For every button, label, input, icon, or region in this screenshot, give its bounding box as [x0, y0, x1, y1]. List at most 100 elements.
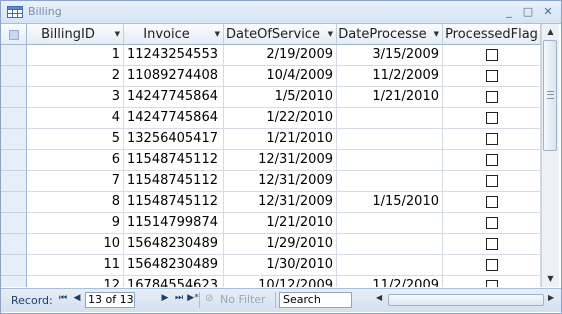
row-selector[interactable] — [1, 66, 27, 87]
horizontal-scrollbar[interactable]: ◀ ▶ — [374, 293, 558, 307]
dropdown-arrow-icon[interactable]: ▼ — [215, 24, 220, 44]
dropdown-arrow-icon[interactable]: ▼ — [328, 24, 333, 44]
table-row[interactable]: 4 14247745864 1/22/2010 — [1, 108, 541, 129]
table-row[interactable]: 8 11548745112 12/31/2009 1/15/2010 — [1, 192, 541, 213]
column-header-billingid[interactable]: BillingID ▼ — [27, 24, 124, 45]
date-of-service-cell[interactable]: 12/31/2009 — [224, 171, 337, 192]
close-button[interactable]: ✕ — [540, 4, 556, 20]
processed-flag-cell[interactable] — [443, 276, 541, 287]
processed-flag-checkbox[interactable] — [485, 196, 498, 208]
date-processed-cell[interactable]: 11/2/2009 — [337, 66, 443, 87]
date-of-service-cell[interactable]: 10/4/2009 — [224, 66, 337, 87]
processed-flag-checkbox[interactable] — [485, 49, 498, 61]
horizontal-scroll-thumb[interactable] — [388, 294, 544, 306]
table-row[interactable]: 9 11514799874 1/21/2010 — [1, 213, 541, 234]
no-filter-button[interactable]: No Filter — [220, 293, 266, 306]
next-record-icon[interactable]: ▶ — [159, 293, 171, 303]
date-of-service-cell[interactable]: 1/30/2010 — [224, 255, 337, 276]
processed-flag-checkbox[interactable] — [485, 133, 498, 145]
table-row[interactable]: 5 13256405417 1/21/2010 — [1, 129, 541, 150]
table-row[interactable]: 2 11089274408 10/4/2009 11/2/2009 — [1, 66, 541, 87]
column-header-processedflag[interactable]: ProcessedFlag — [443, 24, 541, 45]
date-of-service-cell[interactable]: 12/31/2009 — [224, 150, 337, 171]
row-selector[interactable] — [1, 276, 27, 287]
processed-flag-cell[interactable] — [443, 87, 541, 108]
invoice-cell[interactable]: 11514799874 — [124, 213, 224, 234]
row-selector[interactable] — [1, 45, 27, 66]
table-row[interactable]: 11 15648230489 1/30/2010 — [1, 255, 541, 276]
billing-id-cell[interactable]: 8 — [27, 192, 124, 213]
processed-flag-cell[interactable] — [443, 255, 541, 276]
date-processed-cell[interactable]: 1/21/2010 — [337, 87, 443, 108]
processed-flag-checkbox[interactable] — [485, 70, 498, 82]
minimize-button[interactable]: _ — [501, 4, 517, 20]
date-of-service-cell[interactable]: 1/22/2010 — [224, 108, 337, 129]
new-record-icon[interactable]: ▶* — [187, 293, 199, 303]
date-processed-cell[interactable]: 11/2/2009 — [337, 276, 443, 287]
scroll-right-arrow-icon[interactable]: ▶ — [548, 293, 554, 302]
invoice-cell[interactable]: 11243254553 — [124, 45, 224, 66]
invoice-cell[interactable]: 14247745864 — [124, 87, 224, 108]
date-processed-cell[interactable]: 1/15/2010 — [337, 192, 443, 213]
invoice-cell[interactable]: 11548745112 — [124, 192, 224, 213]
scroll-down-arrow-icon[interactable]: ▼ — [542, 271, 559, 287]
row-selector[interactable] — [1, 255, 27, 276]
billing-id-cell[interactable]: 11 — [27, 255, 124, 276]
date-of-service-cell[interactable]: 10/12/2009 — [224, 276, 337, 287]
processed-flag-cell[interactable] — [443, 234, 541, 255]
billing-id-cell[interactable]: 7 — [27, 171, 124, 192]
row-selector[interactable] — [1, 213, 27, 234]
select-all-button[interactable] — [1, 24, 27, 45]
date-processed-cell[interactable] — [337, 213, 443, 234]
processed-flag-checkbox[interactable] — [485, 259, 498, 271]
column-header-dateofservice[interactable]: DateOfService ▼ — [224, 24, 337, 45]
processed-flag-cell[interactable] — [443, 129, 541, 150]
dropdown-arrow-icon[interactable]: ▼ — [434, 24, 439, 44]
billing-id-cell[interactable]: 12 — [27, 276, 124, 287]
invoice-cell[interactable]: 13256405417 — [124, 129, 224, 150]
invoice-cell[interactable]: 14247745864 — [124, 108, 224, 129]
billing-id-cell[interactable]: 3 — [27, 87, 124, 108]
column-header-dateprocessed[interactable]: DateProcesse ▼ — [337, 24, 443, 45]
search-input[interactable]: Search — [279, 292, 352, 308]
vertical-scroll-thumb[interactable] — [543, 40, 557, 151]
date-processed-cell[interactable] — [337, 171, 443, 192]
previous-record-icon[interactable]: ◀ — [71, 293, 83, 303]
row-selector[interactable] — [1, 150, 27, 171]
date-of-service-cell[interactable]: 1/21/2010 — [224, 213, 337, 234]
invoice-cell[interactable]: 11548745112 — [124, 171, 224, 192]
invoice-cell[interactable]: 11548745112 — [124, 150, 224, 171]
processed-flag-checkbox[interactable] — [485, 217, 498, 229]
processed-flag-cell[interactable] — [443, 192, 541, 213]
row-selector[interactable] — [1, 234, 27, 255]
invoice-cell[interactable]: 11089274408 — [124, 66, 224, 87]
processed-flag-checkbox[interactable] — [485, 112, 498, 124]
billing-id-cell[interactable]: 6 — [27, 150, 124, 171]
date-processed-cell[interactable] — [337, 234, 443, 255]
table-row[interactable]: 12 16784554623 10/12/2009 11/2/2009 — [1, 276, 541, 287]
maximize-button[interactable]: □ — [520, 4, 536, 20]
billing-id-cell[interactable]: 10 — [27, 234, 124, 255]
processed-flag-cell[interactable] — [443, 171, 541, 192]
processed-flag-cell[interactable] — [443, 150, 541, 171]
row-selector[interactable] — [1, 129, 27, 150]
row-selector[interactable] — [1, 87, 27, 108]
table-row[interactable]: 7 11548745112 12/31/2009 — [1, 171, 541, 192]
processed-flag-cell[interactable] — [443, 45, 541, 66]
scroll-up-arrow-icon[interactable]: ▲ — [542, 24, 559, 40]
scroll-left-arrow-icon[interactable]: ◀ — [376, 293, 382, 302]
billing-id-cell[interactable]: 2 — [27, 66, 124, 87]
row-selector[interactable] — [1, 192, 27, 213]
date-of-service-cell[interactable]: 2/19/2009 — [224, 45, 337, 66]
date-processed-cell[interactable] — [337, 108, 443, 129]
row-selector[interactable] — [1, 108, 27, 129]
invoice-cell[interactable]: 15648230489 — [124, 255, 224, 276]
billing-id-cell[interactable]: 5 — [27, 129, 124, 150]
table-row[interactable]: 10 15648230489 1/29/2010 — [1, 234, 541, 255]
date-of-service-cell[interactable]: 12/31/2009 — [224, 192, 337, 213]
vertical-scrollbar[interactable]: ▲ ▼ — [541, 24, 559, 287]
billing-id-cell[interactable]: 4 — [27, 108, 124, 129]
processed-flag-checkbox[interactable] — [485, 280, 498, 287]
invoice-cell[interactable]: 15648230489 — [124, 234, 224, 255]
billing-id-cell[interactable]: 1 — [27, 45, 124, 66]
